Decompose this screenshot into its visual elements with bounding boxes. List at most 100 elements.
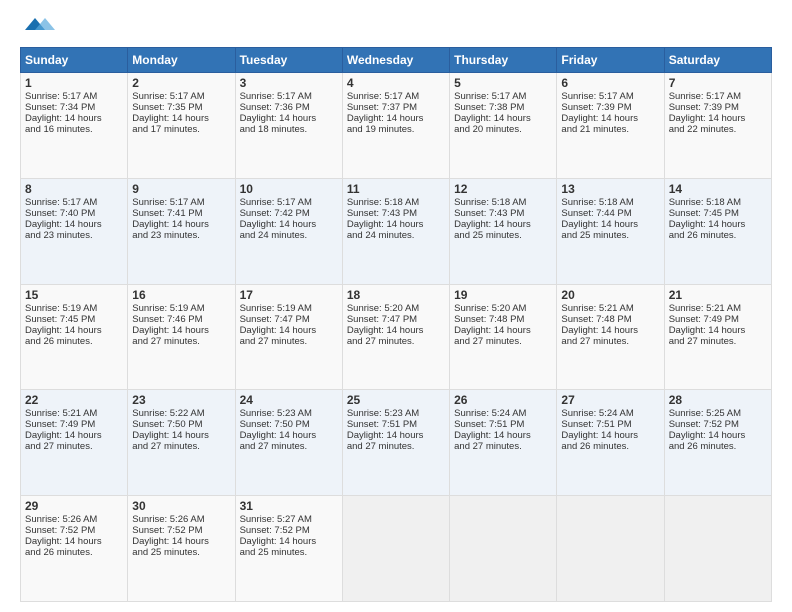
day-info: and 23 minutes. — [132, 230, 230, 241]
logo — [20, 16, 70, 39]
day-info: Daylight: 14 hours — [25, 430, 123, 441]
day-info: Daylight: 14 hours — [240, 430, 338, 441]
table-row: 10Sunrise: 5:17 AMSunset: 7:42 PMDayligh… — [235, 178, 342, 284]
day-info: Sunrise: 5:20 AM — [347, 303, 445, 314]
table-row — [557, 496, 664, 602]
day-info: Sunset: 7:47 PM — [347, 314, 445, 325]
day-info: Sunrise: 5:27 AM — [240, 514, 338, 525]
day-info: Sunrise: 5:26 AM — [132, 514, 230, 525]
day-number: 7 — [669, 76, 767, 90]
table-row: 1Sunrise: 5:17 AMSunset: 7:34 PMDaylight… — [21, 73, 128, 179]
day-info: Sunset: 7:47 PM — [240, 314, 338, 325]
day-info: Sunset: 7:51 PM — [454, 419, 552, 430]
day-info: Sunrise: 5:21 AM — [669, 303, 767, 314]
table-row: 4Sunrise: 5:17 AMSunset: 7:37 PMDaylight… — [342, 73, 449, 179]
table-row: 8Sunrise: 5:17 AMSunset: 7:40 PMDaylight… — [21, 178, 128, 284]
table-row: 9Sunrise: 5:17 AMSunset: 7:41 PMDaylight… — [128, 178, 235, 284]
col-monday: Monday — [128, 48, 235, 73]
day-info: Daylight: 14 hours — [669, 430, 767, 441]
day-info: Daylight: 14 hours — [669, 219, 767, 230]
day-number: 27 — [561, 393, 659, 407]
day-number: 10 — [240, 182, 338, 196]
day-info: Daylight: 14 hours — [240, 219, 338, 230]
day-info: and 26 minutes. — [561, 441, 659, 452]
day-info: Sunrise: 5:17 AM — [132, 91, 230, 102]
day-number: 15 — [25, 288, 123, 302]
day-info: Sunset: 7:43 PM — [347, 208, 445, 219]
day-info: Sunset: 7:50 PM — [240, 419, 338, 430]
day-info: Daylight: 14 hours — [454, 113, 552, 124]
day-info: Daylight: 14 hours — [454, 219, 552, 230]
header — [20, 16, 772, 39]
day-info: and 18 minutes. — [240, 124, 338, 135]
table-row: 24Sunrise: 5:23 AMSunset: 7:50 PMDayligh… — [235, 390, 342, 496]
calendar-week-row: 22Sunrise: 5:21 AMSunset: 7:49 PMDayligh… — [21, 390, 772, 496]
calendar-week-row: 1Sunrise: 5:17 AMSunset: 7:34 PMDaylight… — [21, 73, 772, 179]
table-row: 29Sunrise: 5:26 AMSunset: 7:52 PMDayligh… — [21, 496, 128, 602]
day-number: 30 — [132, 499, 230, 513]
day-info: and 27 minutes. — [347, 336, 445, 347]
day-info: Daylight: 14 hours — [347, 113, 445, 124]
day-info: Daylight: 14 hours — [347, 325, 445, 336]
day-info: and 27 minutes. — [240, 441, 338, 452]
day-number: 6 — [561, 76, 659, 90]
logo-text — [20, 16, 70, 39]
day-info: Daylight: 14 hours — [454, 430, 552, 441]
col-friday: Friday — [557, 48, 664, 73]
day-info: and 22 minutes. — [669, 124, 767, 135]
col-tuesday: Tuesday — [235, 48, 342, 73]
table-row: 7Sunrise: 5:17 AMSunset: 7:39 PMDaylight… — [664, 73, 771, 179]
day-info: and 25 minutes. — [240, 547, 338, 558]
day-info: and 24 minutes. — [240, 230, 338, 241]
day-number: 18 — [347, 288, 445, 302]
day-info: Sunset: 7:49 PM — [669, 314, 767, 325]
day-info: Sunrise: 5:17 AM — [132, 197, 230, 208]
day-info: Daylight: 14 hours — [561, 325, 659, 336]
table-row: 3Sunrise: 5:17 AMSunset: 7:36 PMDaylight… — [235, 73, 342, 179]
day-info: Sunrise: 5:18 AM — [347, 197, 445, 208]
day-number: 28 — [669, 393, 767, 407]
day-number: 8 — [25, 182, 123, 196]
day-number: 13 — [561, 182, 659, 196]
table-row: 26Sunrise: 5:24 AMSunset: 7:51 PMDayligh… — [450, 390, 557, 496]
day-info: Daylight: 14 hours — [454, 325, 552, 336]
day-info: Sunset: 7:51 PM — [561, 419, 659, 430]
table-row: 20Sunrise: 5:21 AMSunset: 7:48 PMDayligh… — [557, 284, 664, 390]
day-info: Sunrise: 5:24 AM — [454, 408, 552, 419]
day-info: Daylight: 14 hours — [561, 219, 659, 230]
day-info: and 27 minutes. — [454, 336, 552, 347]
col-saturday: Saturday — [664, 48, 771, 73]
day-info: Sunset: 7:40 PM — [25, 208, 123, 219]
day-info: Sunrise: 5:17 AM — [347, 91, 445, 102]
day-info: Daylight: 14 hours — [669, 113, 767, 124]
day-info: Sunset: 7:38 PM — [454, 102, 552, 113]
day-info: and 27 minutes. — [561, 336, 659, 347]
day-info: and 26 minutes. — [25, 336, 123, 347]
day-number: 16 — [132, 288, 230, 302]
calendar-week-row: 29Sunrise: 5:26 AMSunset: 7:52 PMDayligh… — [21, 496, 772, 602]
day-info: and 25 minutes. — [454, 230, 552, 241]
day-info: Daylight: 14 hours — [25, 325, 123, 336]
day-info: Sunrise: 5:18 AM — [669, 197, 767, 208]
table-row: 18Sunrise: 5:20 AMSunset: 7:47 PMDayligh… — [342, 284, 449, 390]
day-info: and 26 minutes. — [669, 441, 767, 452]
day-number: 2 — [132, 76, 230, 90]
day-info: Sunset: 7:44 PM — [561, 208, 659, 219]
day-info: Sunset: 7:39 PM — [561, 102, 659, 113]
day-info: Sunset: 7:52 PM — [25, 525, 123, 536]
day-info: and 27 minutes. — [347, 441, 445, 452]
day-info: Sunset: 7:50 PM — [132, 419, 230, 430]
day-info: Sunset: 7:43 PM — [454, 208, 552, 219]
logo-icon — [20, 16, 70, 34]
day-info: Daylight: 14 hours — [240, 325, 338, 336]
day-info: Sunrise: 5:25 AM — [669, 408, 767, 419]
day-info: Sunset: 7:37 PM — [347, 102, 445, 113]
day-info: and 25 minutes. — [561, 230, 659, 241]
day-number: 29 — [25, 499, 123, 513]
day-info: Sunrise: 5:17 AM — [240, 197, 338, 208]
calendar-header-row: Sunday Monday Tuesday Wednesday Thursday… — [21, 48, 772, 73]
table-row: 31Sunrise: 5:27 AMSunset: 7:52 PMDayligh… — [235, 496, 342, 602]
day-number: 17 — [240, 288, 338, 302]
day-info: Sunrise: 5:17 AM — [669, 91, 767, 102]
col-sunday: Sunday — [21, 48, 128, 73]
